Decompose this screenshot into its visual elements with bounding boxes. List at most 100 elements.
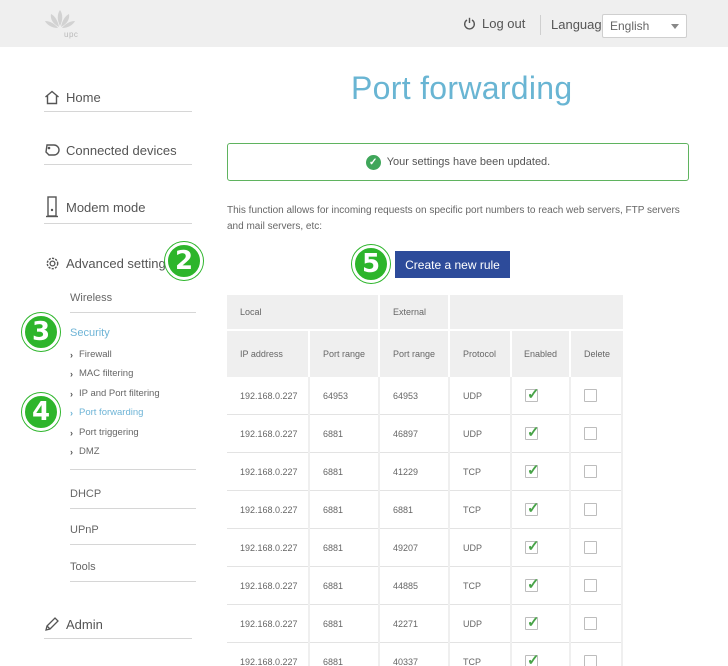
cell-enabled: ✓: [512, 453, 569, 491]
cell-external-port: 6881: [380, 491, 448, 529]
gear-icon: [44, 255, 66, 272]
column-header-ip: IP address: [227, 331, 308, 377]
enabled-checkbox[interactable]: ✓: [525, 576, 540, 593]
delete-checkbox[interactable]: [584, 541, 597, 554]
security-item-ip-port-filtering[interactable]: › IP and Port filtering: [70, 388, 160, 399]
cell-local-port: 64953: [310, 377, 378, 415]
cell-enabled: ✓: [512, 567, 569, 605]
cell-ip: 192.168.0.227: [227, 491, 308, 529]
table-row: 192.168.0.227 6881 49207 UDP ✓: [227, 529, 623, 567]
table-row: 192.168.0.227 6881 42271 UDP ✓: [227, 605, 623, 643]
cell-delete: [571, 377, 621, 415]
cell-delete: [571, 453, 621, 491]
cell-external-port: 40337: [380, 643, 448, 666]
security-item-label: IP and Port filtering: [79, 388, 160, 399]
security-item-mac-filtering[interactable]: › MAC filtering: [70, 368, 133, 379]
delete-checkbox[interactable]: [584, 579, 597, 592]
sidebar-subitem-dhcp[interactable]: DHCP: [70, 488, 196, 509]
security-item-label: Port triggering: [79, 427, 139, 438]
sidebar-subitem-upnp[interactable]: UPnP: [70, 524, 196, 545]
cell-protocol: TCP: [450, 567, 510, 605]
security-item-label: DMZ: [79, 446, 100, 457]
step-marker: 2: [165, 242, 203, 280]
cell-external-port: 49207: [380, 529, 448, 567]
success-alert: ✓ Your settings have been updated.: [227, 143, 689, 181]
sidebar-item-home[interactable]: Home: [44, 90, 192, 112]
cell-protocol: UDP: [450, 605, 510, 643]
cell-ip: 192.168.0.227: [227, 567, 308, 605]
column-header-protocol: Protocol: [450, 331, 510, 377]
cell-delete: [571, 491, 621, 529]
sidebar-item-connected-devices[interactable]: Connected devices: [44, 143, 192, 165]
security-divider: [70, 469, 196, 470]
cell-enabled: ✓: [512, 377, 569, 415]
enabled-checkbox[interactable]: ✓: [525, 652, 540, 666]
chevron-right-icon: ›: [70, 388, 73, 399]
enabled-checkbox[interactable]: ✓: [525, 424, 540, 441]
cell-enabled: ✓: [512, 491, 569, 529]
sidebar-item-label: Home: [66, 90, 101, 105]
cell-enabled: ✓: [512, 605, 569, 643]
security-item-firewall[interactable]: › Firewall: [70, 349, 112, 360]
language-label: Language: [551, 17, 609, 32]
security-item-dmz[interactable]: › DMZ: [70, 446, 100, 457]
enabled-checkbox[interactable]: ✓: [525, 614, 540, 631]
cell-protocol: UDP: [450, 377, 510, 415]
subitem-label: UPnP: [70, 524, 99, 536]
cell-delete: [571, 567, 621, 605]
cell-external-port: 44885: [380, 567, 448, 605]
enabled-checkbox[interactable]: ✓: [525, 386, 540, 403]
step-marker: 3: [22, 313, 60, 351]
cell-local-port: 6881: [310, 605, 378, 643]
table-row: 192.168.0.227 6881 46897 UDP ✓: [227, 415, 623, 453]
sidebar-item-modem-mode[interactable]: Modem mode: [44, 196, 192, 224]
security-item-port-forwarding[interactable]: › Port forwarding: [70, 407, 143, 418]
step-marker: 5: [352, 245, 390, 283]
delete-checkbox[interactable]: [584, 465, 597, 478]
cell-delete: [571, 529, 621, 567]
cell-protocol: UDP: [450, 415, 510, 453]
sidebar-subitem-tools[interactable]: Tools: [70, 561, 196, 582]
cell-external-port: 41229: [380, 453, 448, 491]
sidebar-subitem-wireless[interactable]: Wireless: [70, 292, 196, 313]
subitem-label: DHCP: [70, 488, 102, 500]
delete-checkbox[interactable]: [584, 389, 597, 402]
chevron-right-icon: ›: [70, 446, 73, 457]
subitem-label: Tools: [70, 561, 96, 573]
checkmark-icon: ✓: [527, 652, 540, 666]
alert-text: Your settings have been updated.: [386, 156, 551, 168]
language-select[interactable]: English: [602, 14, 687, 38]
security-item-label: Firewall: [79, 349, 112, 360]
header-local: Local: [227, 295, 378, 329]
table-row: 192.168.0.227 6881 6881 TCP ✓: [227, 491, 623, 529]
enabled-checkbox[interactable]: ✓: [525, 462, 540, 479]
delete-checkbox[interactable]: [584, 427, 597, 440]
security-item-label: MAC filtering: [79, 368, 134, 379]
enabled-checkbox[interactable]: ✓: [525, 500, 540, 517]
cell-delete: [571, 415, 621, 453]
delete-checkbox[interactable]: [584, 655, 597, 666]
sidebar-subitem-security[interactable]: Security: [70, 327, 110, 339]
chevron-right-icon: ›: [70, 407, 73, 418]
delete-checkbox[interactable]: [584, 617, 597, 630]
create-rule-button[interactable]: Create a new rule: [395, 251, 510, 278]
logout-button[interactable]: Log out: [463, 16, 525, 31]
step-marker: 4: [22, 393, 60, 431]
sidebar-item-label: Connected devices: [66, 143, 177, 158]
cell-ip: 192.168.0.227: [227, 415, 308, 453]
cell-ip: 192.168.0.227: [227, 605, 308, 643]
cell-enabled: ✓: [512, 643, 569, 666]
column-header-external-port: Port range: [380, 331, 448, 377]
cell-local-port: 6881: [310, 491, 378, 529]
sidebar-item-admin[interactable]: Admin: [44, 616, 192, 639]
checkmark-icon: ✓: [527, 424, 540, 441]
delete-checkbox[interactable]: [584, 503, 597, 516]
column-header-local-port: Port range: [310, 331, 378, 377]
sidebar-item-label: Modem mode: [66, 199, 146, 215]
page-title: Port forwarding: [351, 70, 573, 106]
checkmark-icon: ✓: [527, 462, 540, 479]
cell-ip: 192.168.0.227: [227, 453, 308, 491]
check-circle-icon: ✓: [365, 154, 381, 170]
enabled-checkbox[interactable]: ✓: [525, 538, 540, 555]
security-item-port-triggering[interactable]: › Port triggering: [70, 427, 139, 438]
